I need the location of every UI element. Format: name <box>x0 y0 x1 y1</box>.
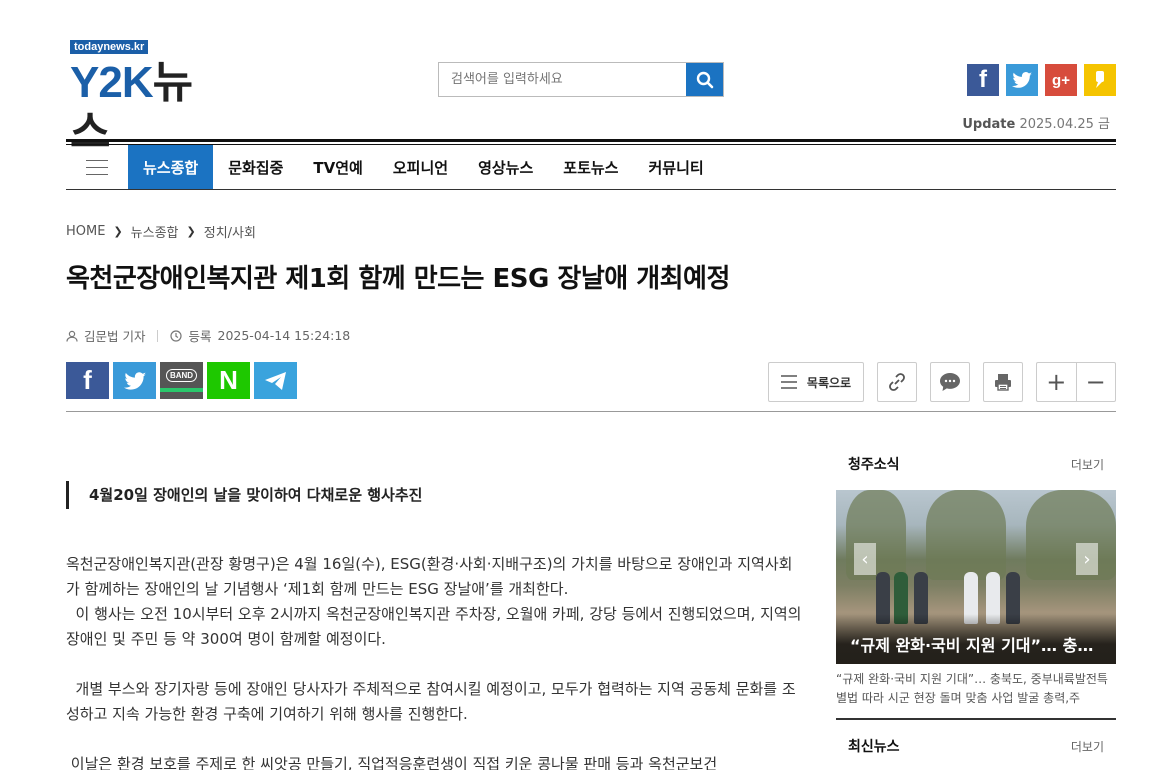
search-box <box>438 62 724 97</box>
article-meta: 김문법 기자 등록 2025-04-14 15:24:18 <box>66 326 350 345</box>
chevron-right-icon: ❯ <box>186 225 196 238</box>
comment-icon <box>940 373 960 391</box>
nav-bottom-border <box>66 189 1116 190</box>
breadcrumb: HOME ❯ 뉴스종합 ❯ 정치/사회 <box>66 222 256 241</box>
photo-description[interactable]: “규제 완화·국비 지원 기대”… 충북도, 중부내륙발전특별법 따라 시군 현… <box>836 664 1116 714</box>
logo-subtitle: todaynews.kr <box>70 40 149 54</box>
list-icon <box>780 375 797 389</box>
sidebar: 청주소식 더보기 ‹ › “규제 완화·국비 지원 기대”… 충북도, 중부내륙… <box>836 450 1116 760</box>
photo-tree <box>926 490 1006 580</box>
article-paragraph: 개별 부스와 장기자랑 등에 장애인 당사자가 주체적으로 참여시킬 예정이고,… <box>66 680 796 723</box>
sidebar-divider <box>836 718 1116 720</box>
main-nav: 뉴스종합 문화집중 TV연예 오피니언 영상뉴스 포토뉴스 커뮤니티 <box>66 145 719 189</box>
sidebar-section-title: 최신뉴스 <box>848 739 900 755</box>
article-date-label: 등록 <box>188 329 212 344</box>
breadcrumb-home[interactable]: HOME <box>66 224 105 239</box>
article-title: 옥천군장애인복지관 제1회 함께 만드는 ESG 장날애 개최예정 <box>66 264 730 294</box>
sidebar-more-link[interactable]: 더보기 <box>1071 738 1104 755</box>
photo-caption: “규제 완화·국비 지원 기대”… 충북도, 중부내륙법 <box>836 614 1116 664</box>
share-telegram-icon[interactable] <box>254 362 297 399</box>
share-twitter-icon[interactable] <box>113 362 156 399</box>
logo-wordmark: Y2K뉴스 <box>70 58 230 158</box>
nav-item-news[interactable]: 뉴스종합 <box>128 145 214 189</box>
facebook-icon[interactable]: f <box>967 64 999 96</box>
clock-icon <box>170 329 183 342</box>
carousel-prev-icon[interactable]: ‹ <box>854 543 876 575</box>
share-buttons: f BAND N <box>66 362 297 399</box>
logo-wordmark-a: Y2K <box>70 58 154 107</box>
breadcrumb-category[interactable]: 정치/사회 <box>204 222 256 241</box>
link-icon <box>889 373 905 391</box>
chevron-right-icon: ❯ <box>113 225 123 238</box>
twitter-icon[interactable] <box>1006 64 1038 96</box>
article-header-divider <box>66 411 1116 412</box>
update-label: Update <box>962 117 1016 132</box>
kakao-icon[interactable] <box>1084 64 1116 96</box>
site-logo[interactable]: todaynews.kr Y2K뉴스 <box>70 40 230 157</box>
share-facebook-icon[interactable]: f <box>66 362 109 399</box>
article-paragraph: 옥천군장애인복지관(관장 황명구)은 4월 16일(수), ESG(환경·사회·… <box>66 555 793 598</box>
nav-item-video[interactable]: 영상뉴스 <box>463 145 548 189</box>
article-author: 김문법 기자 <box>84 329 146 344</box>
nav-item-culture[interactable]: 문화집중 <box>213 145 298 189</box>
article-subhead: 4월20일 장애인의 날을 맞이하여 다채로운 행사추진 <box>66 481 422 509</box>
sidebar-photo[interactable]: ‹ › “규제 완화·국비 지원 기대”… 충북도, 중부내륙법 <box>836 490 1116 664</box>
article-body: 옥천군장애인복지관(관장 황명구)은 4월 16일(수), ESG(환경·사회·… <box>66 552 806 770</box>
share-naver-icon[interactable]: N <box>207 362 250 399</box>
band-stripe <box>160 388 203 392</box>
nav-top-border <box>66 139 1116 142</box>
copy-link-button[interactable] <box>877 362 917 402</box>
nav-item-community[interactable]: 커뮤니티 <box>633 145 718 189</box>
user-icon <box>66 330 78 342</box>
share-band-icon[interactable]: BAND <box>160 362 203 399</box>
update-date-value: 2025.04.25 금 <box>1019 117 1110 132</box>
band-label: BAND <box>165 369 198 382</box>
article-tools: 목록으로 + − <box>768 362 1116 402</box>
social-links: f g+ <box>967 64 1116 96</box>
search-input[interactable] <box>439 63 686 96</box>
nav-item-photo[interactable]: 포토뉴스 <box>548 145 633 189</box>
comment-button[interactable] <box>930 362 970 402</box>
photo-tree <box>1026 490 1116 580</box>
print-icon <box>995 374 1011 391</box>
search-icon <box>696 71 713 88</box>
breadcrumb-section[interactable]: 뉴스종합 <box>131 222 179 241</box>
google-plus-icon[interactable]: g+ <box>1045 64 1077 96</box>
nav-item-opinion[interactable]: 오피니언 <box>378 145 463 189</box>
list-button[interactable]: 목록으로 <box>768 362 864 402</box>
article-paragraph: 이 행사는 오전 10시부터 오후 2시까지 옥천군장애인복지관 주차장, 오월… <box>66 605 807 648</box>
meta-divider <box>157 329 159 342</box>
search-button[interactable] <box>686 63 723 96</box>
sidebar-section-header: 청주소식 더보기 <box>836 450 1116 478</box>
update-date: Update 2025.04.25 금 <box>962 113 1110 132</box>
list-button-label: 목록으로 <box>806 375 852 390</box>
article-date: 2025-04-14 15:24:18 <box>217 328 351 343</box>
print-button[interactable] <box>983 362 1023 402</box>
menu-hamburger-icon[interactable] <box>66 145 128 189</box>
sidebar-more-link[interactable]: 더보기 <box>1071 456 1104 473</box>
zoom-in-button[interactable]: + <box>1037 363 1076 401</box>
article-paragraph: 이날은 환경 보호를 주제로 한 씨앗공 만들기, 직업적응훈련생이 직접 키운… <box>66 755 718 770</box>
sidebar-section-title: 청주소식 <box>848 457 900 473</box>
nav-item-tv[interactable]: TV연예 <box>298 145 377 189</box>
zoom-out-button[interactable]: − <box>1076 363 1115 401</box>
sidebar-section-header: 최신뉴스 더보기 <box>836 732 1116 760</box>
carousel-next-icon[interactable]: › <box>1076 543 1098 575</box>
font-size-control: + − <box>1036 362 1116 402</box>
